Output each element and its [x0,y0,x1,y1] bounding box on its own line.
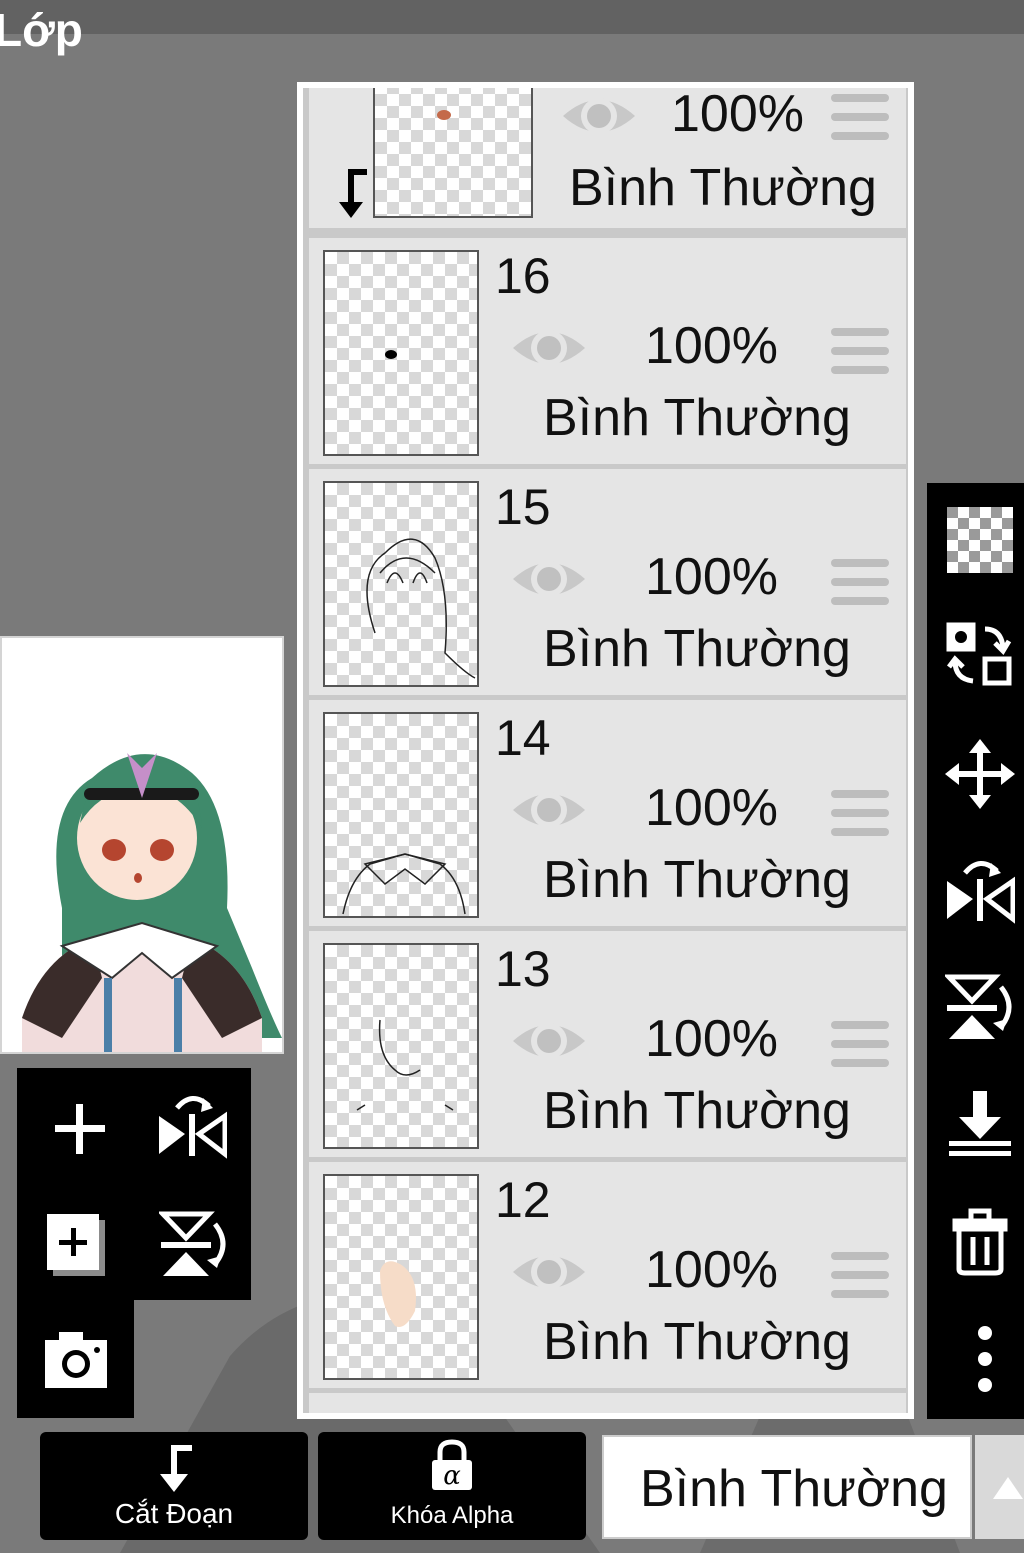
flip-horizontal-icon[interactable] [157,1090,228,1160]
layer-thumbnail [323,712,479,918]
visibility-eye-icon[interactable] [509,784,589,836]
alpha-lock-label: Khóa Alpha [390,1502,514,1529]
layer-opacity: 100% [645,317,778,375]
layers-panel[interactable]: 100% Bình Thường 16 100% Bình Thường 15 … [297,82,914,1419]
page-title: Lớp [0,4,83,56]
layer-number: 16 [495,248,551,304]
layer-item-14[interactable]: 14 100% Bình Thường [309,700,906,926]
visibility-eye-icon[interactable] [509,553,589,605]
blend-mode-select[interactable]: Bình Thường [602,1435,972,1539]
left-toolbar [17,1068,251,1300]
layer-item-13[interactable]: 13 100% Bình Thường [309,931,906,1157]
transparency-icon[interactable] [945,505,1015,575]
right-toolbar [927,483,1024,1419]
layer-item-16[interactable]: 16 100% Bình Thường [309,238,906,464]
trash-icon[interactable] [945,1207,1015,1277]
swap-layers-icon[interactable] [945,619,1015,689]
layer-thumbnail [323,1174,479,1380]
blend-mode-dropdown-button[interactable] [975,1435,1024,1539]
visibility-eye-icon[interactable] [559,90,639,142]
layer-item-15[interactable]: 15 100% Bình Thường [309,469,906,695]
layer-opacity: 100% [645,548,778,606]
visibility-eye-icon[interactable] [509,1246,589,1298]
drag-handle-icon[interactable] [831,1252,889,1298]
flip-vertical-icon[interactable] [157,1210,229,1280]
clip-label: Cắt Đoạn [114,1498,234,1529]
svg-text:α: α [443,1461,461,1491]
left-toolbar-camera-section [17,1300,134,1418]
duplicate-layer-icon[interactable] [43,1210,113,1280]
layer-item-partial[interactable] [309,1393,906,1413]
drag-handle-icon[interactable] [831,1021,889,1067]
layer-blend-mode: Bình Thường [569,159,877,217]
layer-blend-mode: Bình Thường [543,1313,851,1371]
layer-item-top[interactable]: 100% Bình Thường [309,88,906,228]
merge-down-icon[interactable] [945,1089,1015,1159]
layer-blend-mode: Bình Thường [543,1082,851,1140]
flip-vertical-icon[interactable] [943,973,1015,1043]
chevron-up-icon [993,1477,1023,1499]
layer-opacity: 100% [671,88,804,143]
layer-thumbnail [323,481,479,687]
layer-opacity: 100% [645,1010,778,1068]
layer-thumbnail [373,88,533,218]
camera-icon[interactable] [41,1326,111,1396]
flip-horizontal-icon[interactable] [945,855,1016,925]
alpha-lock-icon: α [432,1439,472,1491]
visibility-eye-icon[interactable] [509,322,589,374]
layer-blend-mode: Bình Thường [543,851,851,909]
add-layer-icon[interactable] [45,1094,115,1164]
drag-handle-icon[interactable] [831,790,889,836]
clip-arrow-icon [339,169,367,218]
layer-number: 12 [495,1172,551,1228]
move-icon[interactable] [945,739,1015,809]
drag-handle-icon[interactable] [831,94,889,140]
layer-thumbnail [323,943,479,1149]
layer-opacity: 100% [645,1241,778,1299]
layer-thumbnail [323,250,479,456]
drag-handle-icon[interactable] [831,559,889,605]
alpha-lock-button[interactable]: α Khóa Alpha [318,1432,586,1540]
clip-arrow-icon [160,1445,192,1492]
clip-button[interactable]: Cắt Đoạn [40,1432,308,1540]
layer-number: 14 [495,710,551,766]
blend-mode-value: Bình Thường [640,1460,948,1518]
layer-blend-mode: Bình Thường [543,389,851,447]
layer-number: 13 [495,941,551,997]
drag-handle-icon[interactable] [831,328,889,374]
visibility-eye-icon[interactable] [509,1015,589,1067]
more-icon[interactable] [945,1323,1015,1393]
canvas-preview[interactable] [0,636,284,1054]
layer-item-12[interactable]: 12 100% Bình Thường [309,1162,906,1388]
layer-number: 15 [495,479,551,535]
top-bar [0,0,1024,34]
layer-opacity: 100% [645,779,778,837]
character-illustration [22,753,282,1052]
layer-blend-mode: Bình Thường [543,620,851,678]
